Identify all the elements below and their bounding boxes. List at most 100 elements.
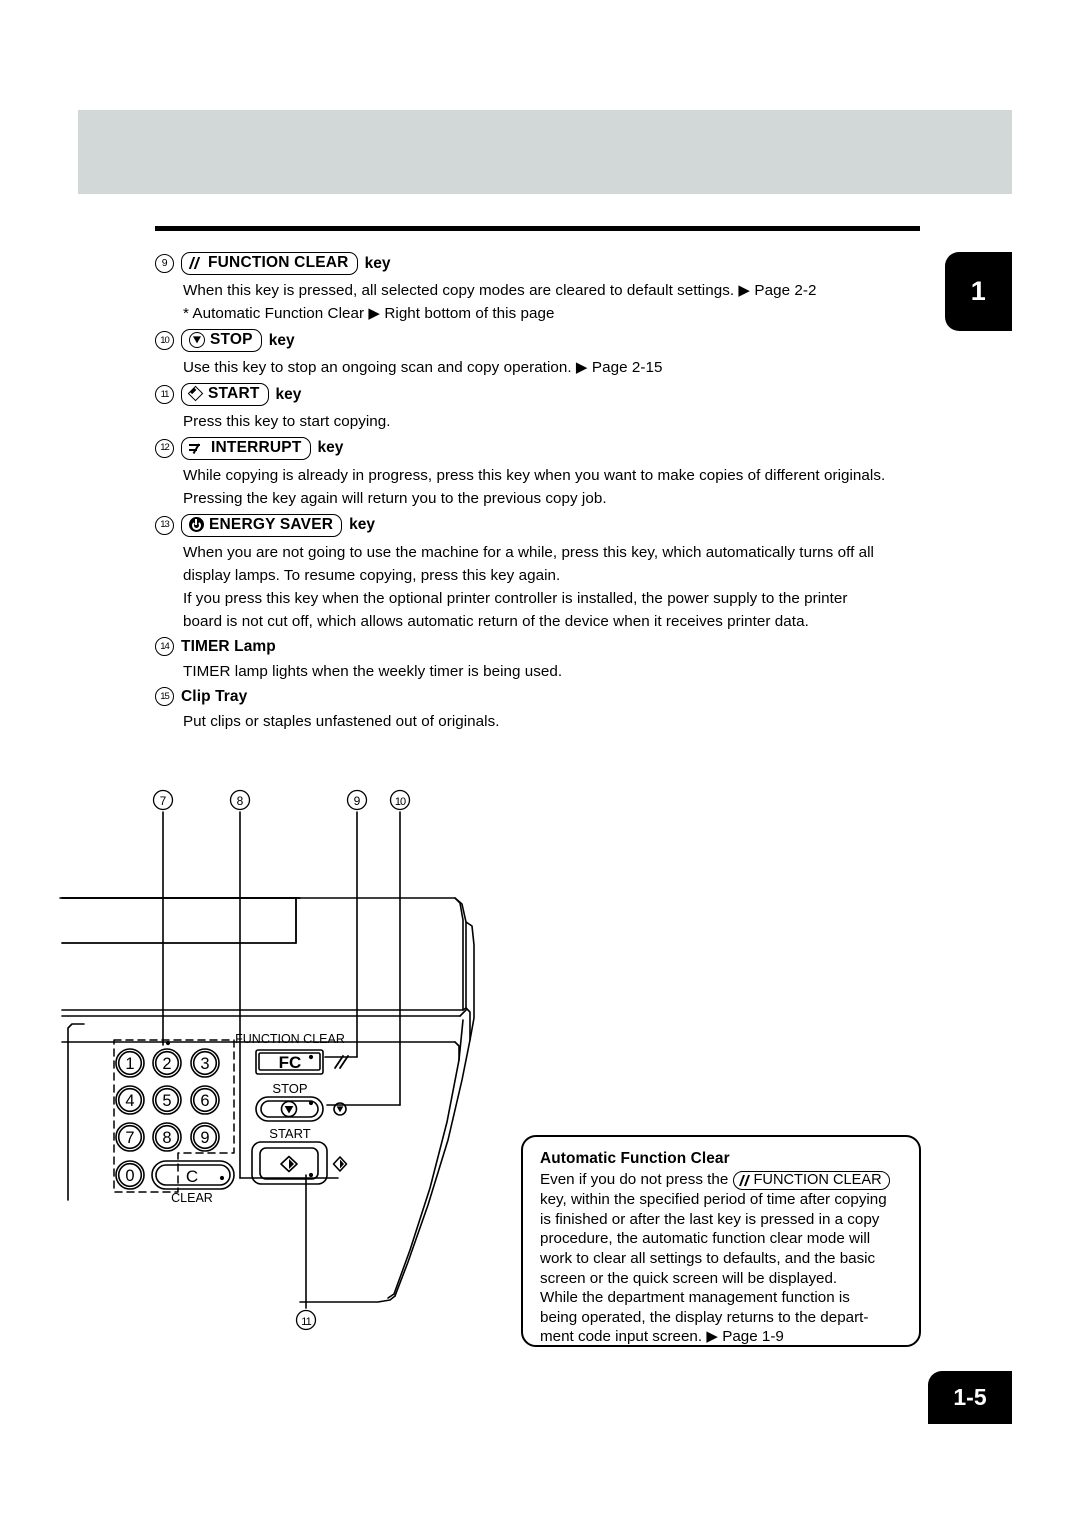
label-function-clear: FUNCTION CLEAR <box>235 1032 345 1046</box>
digit-0: 0 <box>125 1167 134 1185</box>
illustration-callouts: 7 8 9 10 11 <box>152 789 411 1331</box>
key-word: key <box>349 516 376 534</box>
entry-title: Clip Tray <box>181 687 248 705</box>
header-rule <box>155 226 920 231</box>
callout-body-line: is finished or after the last key is pre… <box>540 1210 880 1228</box>
callout-title: Automatic Function Clear <box>540 1150 730 1167</box>
callout-10: 10 <box>389 789 411 811</box>
digit-6: 6 <box>200 1092 209 1110</box>
keycap-label: START <box>208 384 260 402</box>
clear-key-letter: C <box>186 1167 198 1186</box>
entry-line: Press this key to start copying. <box>183 412 391 430</box>
entry-line: Pressing the key again will return you t… <box>183 489 607 507</box>
key-4 <box>115 1085 145 1115</box>
entry-interrupt: 12 INTERRUPT key While copying is alread… <box>155 436 920 510</box>
svg-text:7: 7 <box>160 794 167 808</box>
start-panel-icon <box>332 1156 348 1172</box>
item-number: 15 <box>155 687 174 707</box>
entry-header: 13 ENERGY SAVER key <box>155 513 920 537</box>
panel-left-border <box>67 1023 85 1201</box>
key-word: key <box>317 439 344 457</box>
callout-body-line: work to clear all settings to defaults, … <box>540 1249 876 1267</box>
machine-right-profile-inner <box>393 1019 464 1295</box>
chapter-tab: 1 <box>945 252 1012 331</box>
digit-2: 2 <box>162 1055 171 1073</box>
callout-11: 11 <box>295 1309 317 1331</box>
callout-8: 8 <box>229 789 251 811</box>
machine-lid-edge <box>454 897 467 1009</box>
key-1 <box>115 1048 145 1078</box>
digit-9: 9 <box>200 1129 209 1147</box>
item-number: 9 <box>155 253 174 273</box>
key-0 <box>115 1160 145 1190</box>
header-gray-band <box>78 110 1012 194</box>
svg-text:11: 11 <box>301 1316 311 1328</box>
callout-body2-line: being operated, the display returns to t… <box>540 1308 869 1326</box>
entry-header: 10 STOP key <box>155 329 920 352</box>
key-8 <box>152 1122 182 1152</box>
machine-bottom-edge <box>299 1295 396 1303</box>
label-clear: CLEAR <box>171 1191 213 1205</box>
entry-clip-tray: 15 Clip Tray Put clips or staples unfast… <box>155 687 920 733</box>
start-key-inner <box>259 1147 319 1180</box>
item-number: 12 <box>155 438 174 458</box>
item-number: 10 <box>155 330 174 350</box>
svg-text:9: 9 <box>354 794 361 808</box>
automatic-function-clear-callout: Automatic Function Clear Even if you do … <box>521 1135 921 1347</box>
start-callout-dot <box>308 1172 314 1178</box>
entry-function-clear: 9 FUNCTION CLEAR key When this key is pr… <box>155 252 920 325</box>
key-5 <box>152 1085 182 1115</box>
key-word: key <box>268 331 295 349</box>
stop-key-symbol-triangle <box>284 1106 294 1114</box>
entry-line: If you press this key when the optional … <box>183 589 848 607</box>
callout-body-line: screen or the quick screen will be displ… <box>540 1269 838 1287</box>
keycap-label: FUNCTION CLEAR <box>208 254 349 271</box>
stop-key-inner <box>260 1100 319 1118</box>
digit-1: 1 <box>125 1055 134 1073</box>
keypad-dashed-outline <box>113 1039 235 1193</box>
key-3 <box>190 1048 220 1078</box>
callout-lead-text: Even if you do not press the <box>540 1171 733 1188</box>
item-number: 13 <box>155 515 174 535</box>
item-number: 14 <box>155 637 174 656</box>
entry-start: 11 START key Press this key to start cop… <box>155 382 920 433</box>
entry-stop: 10 STOP key Use this key to stop an ongo… <box>155 329 920 379</box>
keycap-label: STOP <box>210 331 253 348</box>
start-key-outer <box>251 1141 328 1185</box>
item-number: 11 <box>155 384 174 404</box>
key-7 <box>115 1122 145 1152</box>
machine-lid <box>61 897 464 1011</box>
keycap-label: FUNCTION CLEAR <box>753 1171 882 1188</box>
callout-body-line: key, within the specified period of time… <box>540 1191 887 1209</box>
entry-line: While copying is already in progress, pr… <box>183 466 886 484</box>
callout-9: 9 <box>346 789 368 811</box>
clear-callout-dot <box>219 1175 225 1181</box>
svg-text:8: 8 <box>237 794 244 808</box>
entry-energy-saver: 13 ENERGY SAVER key When you are not goi… <box>155 513 920 633</box>
start-key-symbol <box>280 1155 298 1173</box>
machine-top-panel <box>61 897 297 944</box>
stop-panel-icon <box>333 1102 347 1116</box>
entry-header: 14 TIMER Lamp <box>155 637 920 656</box>
entry-title: TIMER Lamp <box>181 637 276 655</box>
entry-line: Use this key to stop an ongoing scan and… <box>183 358 663 376</box>
function-clear-panel-icon <box>334 1055 349 1069</box>
function-clear-icon <box>738 1174 751 1186</box>
fc-key-outer <box>255 1049 324 1075</box>
entry-header: 11 START key <box>155 382 920 406</box>
machine-right-profile <box>394 921 475 1297</box>
page-number-tab: 1-5 <box>928 1371 1012 1424</box>
energy-saver-icon <box>189 517 204 533</box>
keycap-stop: STOP <box>181 329 262 352</box>
callout-body2-line: While the department management function… <box>540 1289 850 1307</box>
keycap-start: START <box>181 382 269 406</box>
digit-5: 5 <box>162 1092 171 1110</box>
callout-7: 7 <box>152 789 174 811</box>
entry-line: When this key is pressed, all selected c… <box>183 281 817 299</box>
entry-header: 15 Clip Tray <box>155 687 920 707</box>
entry-timer-lamp: 14 TIMER Lamp TIMER lamp lights when the… <box>155 637 920 683</box>
entry-line: display lamps. To resume copying, press … <box>183 566 561 584</box>
callout-body2-line: ment code input screen. ▶ Page 1-9 <box>540 1328 784 1346</box>
clear-key-outer <box>151 1160 235 1190</box>
interrupt-icon <box>189 441 206 455</box>
